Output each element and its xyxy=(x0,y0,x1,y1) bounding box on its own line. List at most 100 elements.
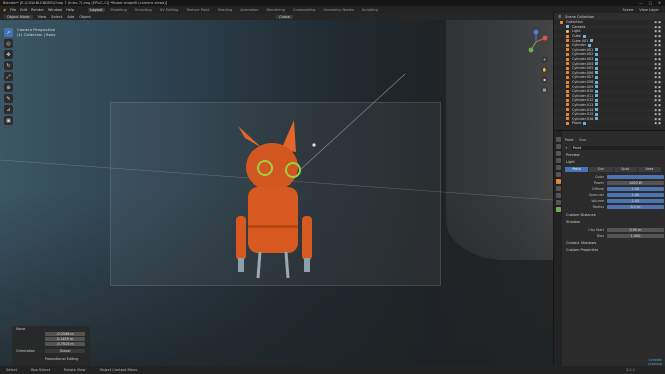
select-icon[interactable]: ➚ xyxy=(4,28,13,37)
object-name-field[interactable]: Point xyxy=(570,145,664,150)
orientation-select[interactable]: Global xyxy=(45,349,85,353)
workspace-tab-geometry-nodes[interactable]: Geometry Nodes xyxy=(321,8,355,12)
light-type-spot[interactable]: Spot xyxy=(613,167,637,172)
light-type-sun[interactable]: Sun xyxy=(589,167,613,172)
menu-file[interactable]: File xyxy=(10,8,16,12)
menu-render[interactable]: Render xyxy=(31,8,44,12)
light-data-icon: ✦ xyxy=(565,145,568,150)
cursor-icon[interactable]: ◎ xyxy=(4,39,13,48)
point-tab-button[interactable]: Point xyxy=(565,138,573,142)
linkedin-learning-logo: LinkedIn Learning xyxy=(636,358,662,372)
world-tab-icon[interactable] xyxy=(555,172,561,177)
sun-tab-button[interactable]: Sun xyxy=(579,138,585,142)
rotate-icon[interactable]: ↻ xyxy=(4,61,13,70)
scene-tab-icon[interactable] xyxy=(555,165,561,170)
light-type-area[interactable]: Area xyxy=(637,167,661,172)
minimize-button[interactable]: — xyxy=(639,1,643,5)
status-rotate-view: Rotate View xyxy=(64,368,86,372)
preview-section[interactable]: Preview xyxy=(566,153,580,157)
clip-start-field[interactable]: 0.05 m xyxy=(607,227,664,232)
object-mode-dropdown[interactable]: Object Mode xyxy=(4,14,33,19)
orientation-dropdown[interactable]: Global xyxy=(275,14,294,19)
annotate-icon[interactable]: ✎ xyxy=(4,94,13,103)
custom-distance-section[interactable]: Custom Distance xyxy=(566,213,596,217)
light-field-value[interactable]: 1.00 xyxy=(607,198,664,203)
workspace-tab-sculpting[interactable]: Sculpting xyxy=(133,8,154,12)
move-icon[interactable]: ✥ xyxy=(4,50,13,59)
tool-tab-icon[interactable] xyxy=(555,137,561,142)
scene-selector[interactable]: Scene xyxy=(622,8,633,12)
light-data-tab-icon[interactable] xyxy=(555,207,561,212)
move-x-field[interactable]: -0.2546 m xyxy=(45,332,85,336)
menu-edit[interactable]: Edit xyxy=(20,8,27,12)
robot-leg-left xyxy=(256,251,262,279)
view-layer-selector[interactable]: View Layer xyxy=(639,8,659,12)
light-field-value[interactable]: 1.00 xyxy=(607,186,664,191)
3d-viewport[interactable]: Camera Perspective (1) Collection | Body… xyxy=(0,20,553,366)
light-section[interactable]: Light xyxy=(566,160,575,164)
render-tab-icon[interactable] xyxy=(555,144,561,149)
measure-icon[interactable]: ⊿ xyxy=(4,105,13,114)
collection-icon xyxy=(560,20,563,24)
maximize-button[interactable]: □ xyxy=(649,1,652,5)
workspace-tab-shading[interactable]: Shading xyxy=(216,8,235,12)
light-field-value[interactable]: 1.00 xyxy=(607,192,664,197)
light-field-row: Diffuse 1.00 xyxy=(565,186,664,191)
light-field-value[interactable] xyxy=(607,174,664,179)
light-type-point[interactable]: Point xyxy=(565,167,589,172)
zoom-icon[interactable]: + xyxy=(541,56,548,63)
transform-icon[interactable]: ⊕ xyxy=(4,83,13,92)
outliner-row[interactable]: Plane ◉ ▣ xyxy=(554,121,665,126)
close-button[interactable]: ✕ xyxy=(658,1,661,5)
workspace-tab-compositing[interactable]: Compositing xyxy=(291,8,318,12)
add-cube-icon[interactable]: ▣ xyxy=(4,116,13,125)
output-tab-icon[interactable] xyxy=(555,151,561,156)
view-layer-tab-icon[interactable] xyxy=(555,158,561,163)
clip-start-row: Clip Start 0.05 m xyxy=(565,227,664,232)
robot-arm-left xyxy=(236,216,246,260)
workspace-tab-layout[interactable]: Layout xyxy=(88,7,105,12)
light-field-value[interactable]: 1000 W xyxy=(607,180,664,185)
camera-view-icon[interactable]: ▪ xyxy=(541,76,548,83)
menu-add[interactable]: Add xyxy=(67,15,74,19)
proportional-editing-checkbox[interactable]: Proportional Editing xyxy=(45,357,78,361)
properties-tab-bar xyxy=(554,131,562,367)
tool-shelf: ➚ ◎ ✥ ↻ ⤢ ⊕ ✎ ⊿ ▣ xyxy=(4,28,13,125)
menu-help[interactable]: Help xyxy=(66,8,74,12)
pan-icon[interactable]: ✋ xyxy=(541,66,548,73)
status-box-select: Box Select xyxy=(31,368,51,372)
menu-select[interactable]: Select xyxy=(51,15,62,19)
contact-shadows-section[interactable]: Contact Shadows xyxy=(566,241,596,245)
shadow-section[interactable]: Shadow xyxy=(566,220,580,224)
light-field-value[interactable]: 0.1 m xyxy=(607,204,664,209)
constraints-tab-icon[interactable] xyxy=(555,200,561,205)
workspace-tab-rendering[interactable]: Rendering xyxy=(265,8,287,12)
workspace-tab-modeling[interactable]: Modeling xyxy=(109,8,129,12)
workspace-tab-scripting[interactable]: Scripting xyxy=(360,8,380,12)
menu-view[interactable]: View xyxy=(38,15,47,19)
menu-object[interactable]: Object xyxy=(79,15,91,19)
blender-logo-icon[interactable]: ◉ xyxy=(3,8,6,12)
physics-tab-icon[interactable] xyxy=(555,193,561,198)
bias-field[interactable]: 1.000 xyxy=(607,233,664,238)
workspace-tab-texture-paint[interactable]: Texture Paint xyxy=(184,8,211,12)
workspace-tab-uv-editing[interactable]: UV Editing xyxy=(158,8,181,12)
properties-body: Point Sun ✦ Point Preview Light Point Su… xyxy=(563,131,665,367)
custom-properties-section[interactable]: Custom Properties xyxy=(566,248,598,252)
ortho-toggle-icon[interactable]: ▦ xyxy=(541,86,548,93)
light-icon xyxy=(566,29,569,33)
menu-window[interactable]: Window xyxy=(48,8,62,12)
mesh-icon xyxy=(566,117,569,121)
move-z-field[interactable]: -0.7515 m xyxy=(45,342,85,346)
scale-icon[interactable]: ⤢ xyxy=(4,72,13,81)
navigation-gizmo[interactable] xyxy=(522,28,550,56)
workspace-tab-animation[interactable]: Animation xyxy=(238,8,260,12)
viewport-nav-buttons: + ✋ ▪ ▦ xyxy=(541,56,548,93)
visibility-icon[interactable]: ◉ ▣ xyxy=(654,121,661,125)
modifier-tab-icon[interactable] xyxy=(555,186,561,191)
object-name-row: ✦ Point xyxy=(565,145,664,150)
object-tab-icon[interactable] xyxy=(555,179,561,184)
operator-panel[interactable]: Move -0.2546 m 0.1459 m -0.7515 m Orient… xyxy=(12,326,90,366)
move-y-field[interactable]: 0.1459 m xyxy=(45,337,85,341)
modifier-icon xyxy=(595,66,599,70)
